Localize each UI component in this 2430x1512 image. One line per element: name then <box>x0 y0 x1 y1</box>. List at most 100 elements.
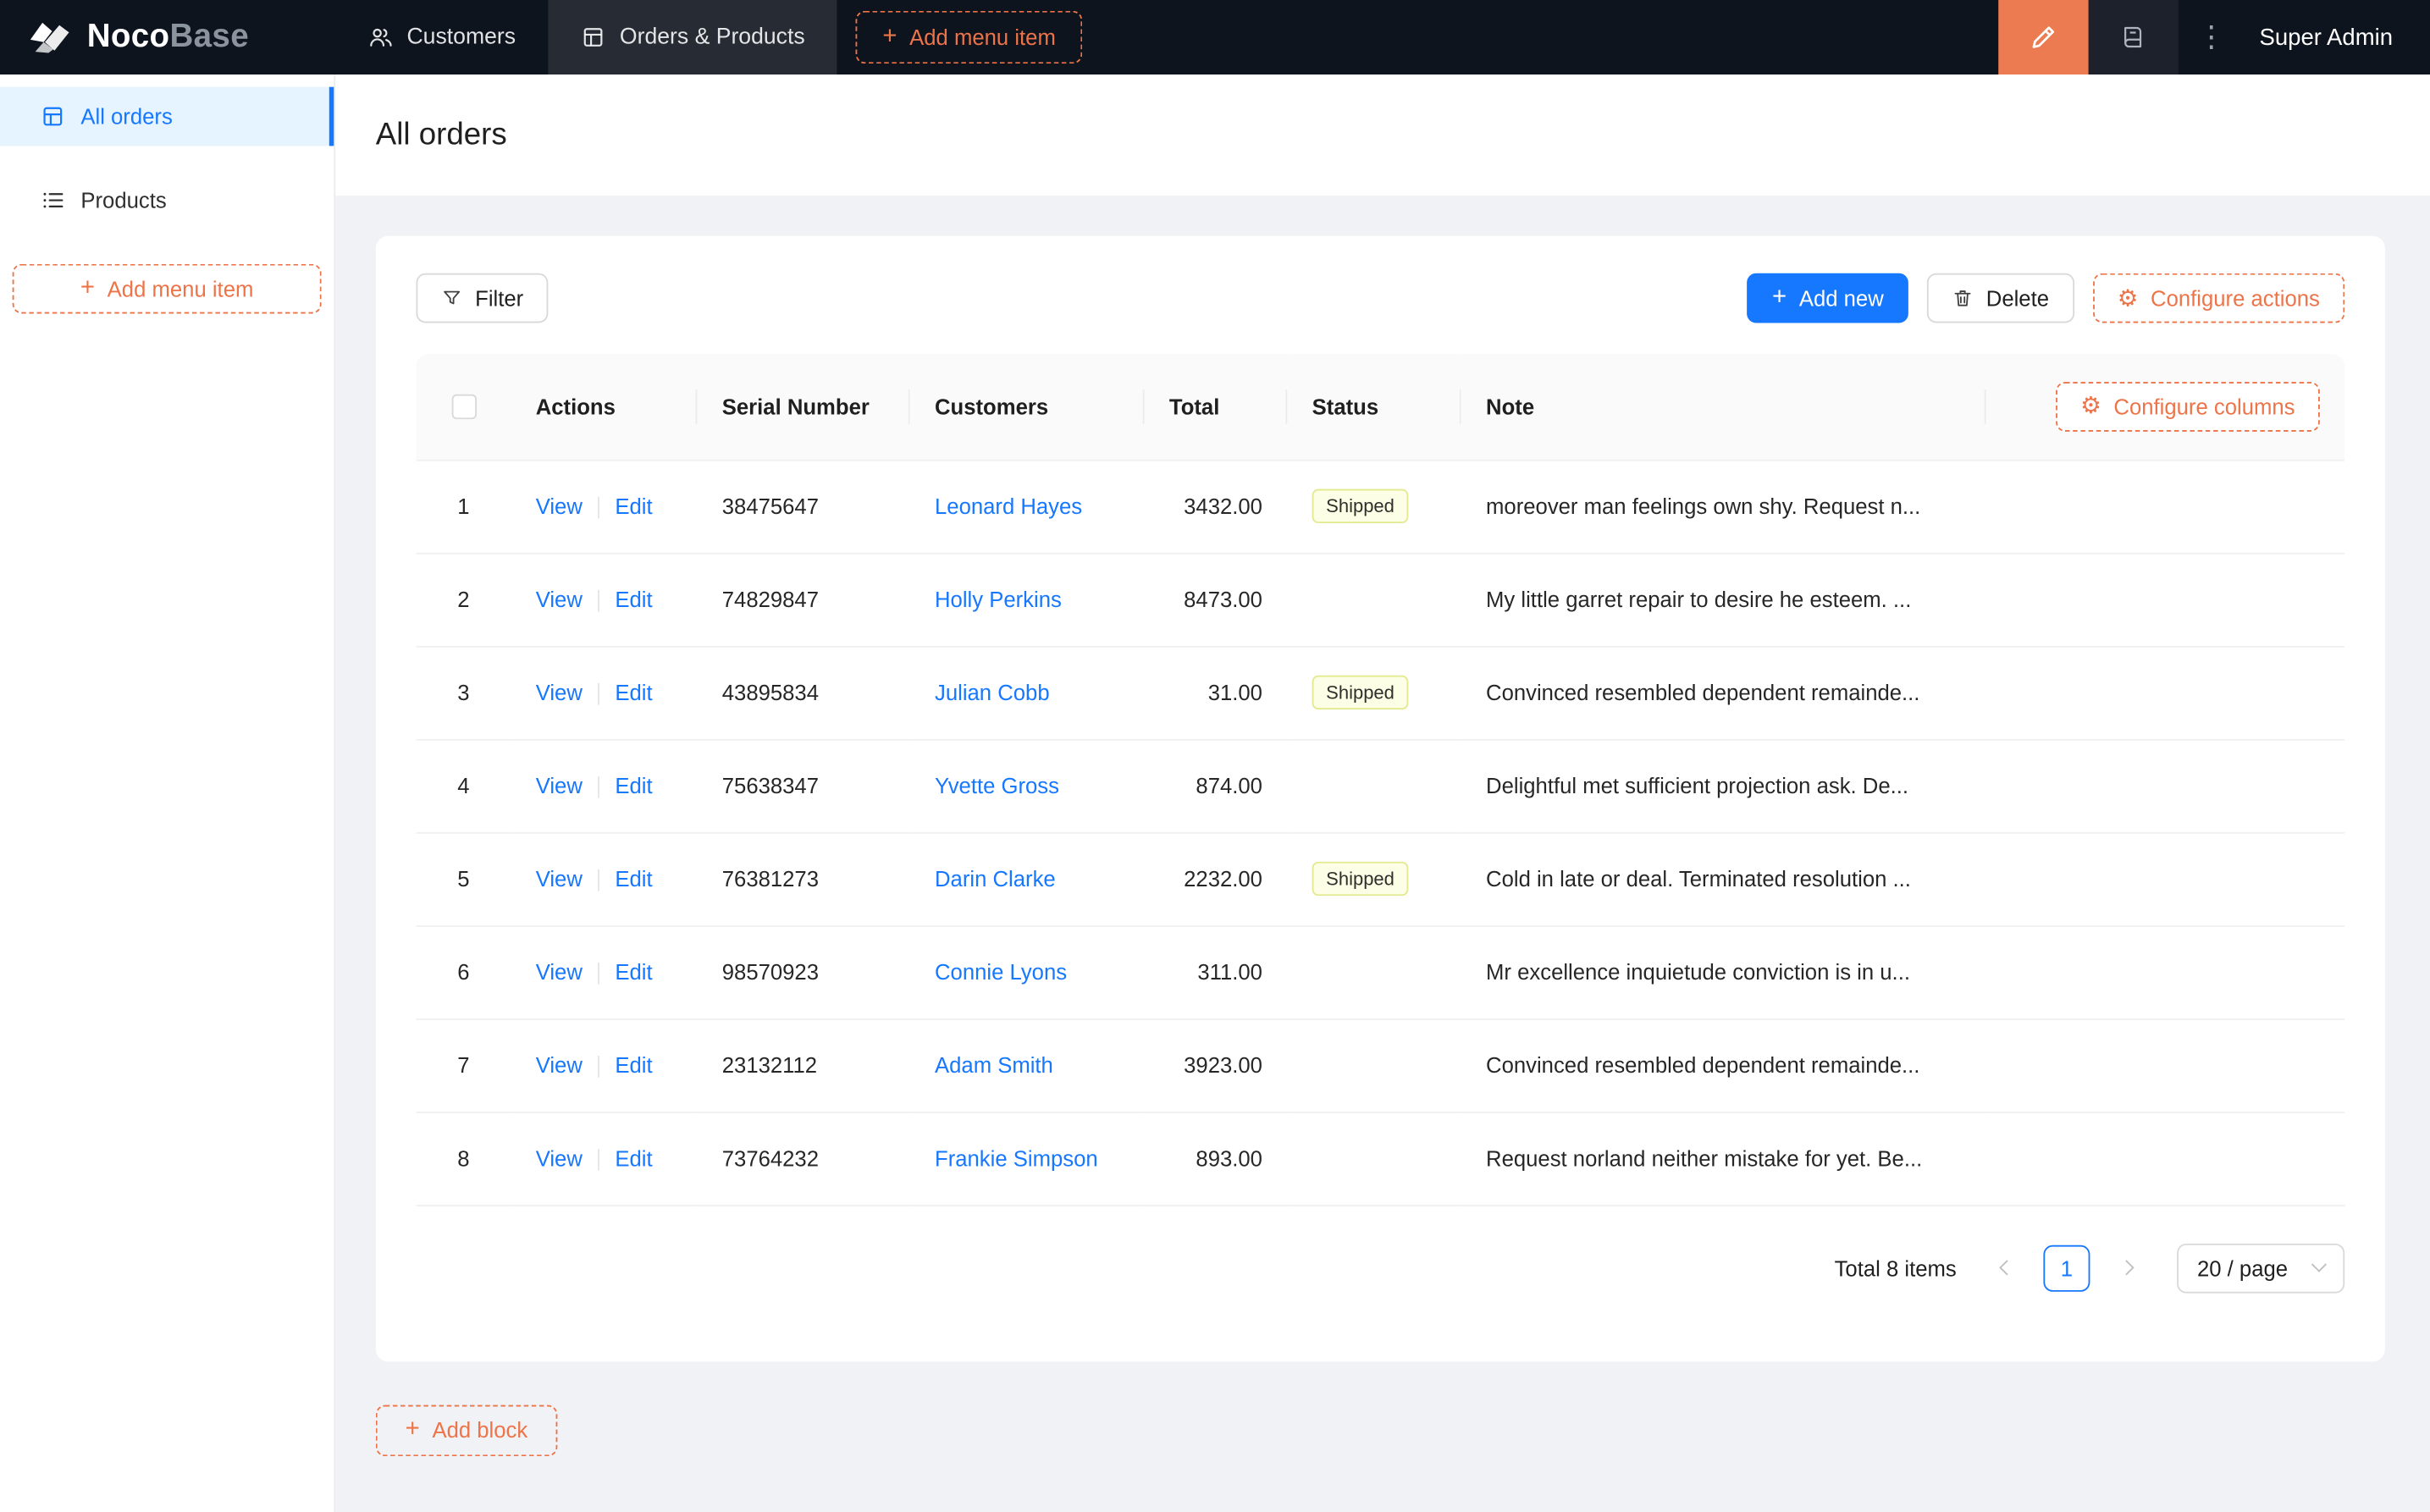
add-new-button[interactable]: + Add new <box>1747 273 1909 323</box>
app-logo[interactable]: NocoBase <box>0 0 335 74</box>
header-add-menu-item-button[interactable]: + Add menu item <box>856 10 1083 64</box>
chevron-left-icon <box>1999 1260 2015 1276</box>
row-actions: View Edit <box>511 459 698 554</box>
row-index: 7 <box>416 1018 511 1112</box>
status-cell <box>1287 552 1461 647</box>
edit-link[interactable]: Edit <box>615 494 652 518</box>
view-link[interactable]: View <box>536 587 583 611</box>
main-content: All orders Filter + Add new Delete ⚙ Con… <box>335 74 2430 1512</box>
empty-cell <box>1985 831 2345 926</box>
more-actions-button[interactable]: ⋮ <box>2179 0 2244 74</box>
view-link[interactable]: View <box>536 680 583 704</box>
header-right-actions: ⋮ Super Admin <box>1998 0 2430 75</box>
serial-number-cell: 74829847 <box>697 552 910 647</box>
orders-table: Actions Serial Number Customers Total St… <box>416 354 2345 1206</box>
status-cell <box>1287 925 1461 1019</box>
sidebar-item-products[interactable]: Products <box>0 171 334 230</box>
table-row: 3 View Edit 43895834 Julian Cobb 31.00 Sh… <box>416 645 2345 740</box>
ui-editor-button[interactable] <box>1998 0 2089 75</box>
edit-link[interactable]: Edit <box>615 773 652 797</box>
customer-cell: Adam Smith <box>909 1018 1145 1112</box>
table-row: 5 View Edit 76381273 Darin Clarke 2232.00… <box>416 831 2345 926</box>
orders-table-wrap: Actions Serial Number Customers Total St… <box>416 354 2345 1206</box>
main-nav: Customers Orders & Products + Add menu i… <box>335 0 1083 75</box>
customer-link[interactable]: Julian Cobb <box>935 680 1050 704</box>
serial-number-cell: 23132112 <box>697 1018 910 1112</box>
toolbar-right-actions: + Add new Delete ⚙ Configure actions <box>1747 273 2345 323</box>
view-link[interactable]: View <box>536 1052 583 1077</box>
chevron-down-icon <box>2311 1256 2328 1272</box>
action-divider <box>598 1149 600 1172</box>
customer-link[interactable]: Connie Lyons <box>935 959 1067 984</box>
status-cell <box>1287 1018 1461 1112</box>
view-link[interactable]: View <box>536 959 583 984</box>
customer-link[interactable]: Holly Perkins <box>935 587 1062 611</box>
sidebar-item-all-orders[interactable]: All orders <box>0 86 334 146</box>
table-toolbar: Filter + Add new Delete ⚙ Configure acti… <box>416 273 2345 323</box>
delete-button[interactable]: Delete <box>1927 273 2074 323</box>
api-doc-button[interactable] <box>2088 0 2179 75</box>
row-actions: View Edit <box>511 552 698 647</box>
edit-link[interactable]: Edit <box>615 959 652 984</box>
sidebar-add-menu-item-label: Add menu item <box>107 276 254 301</box>
note-cell: Convinced resembled dependent remainde..… <box>1461 645 1986 740</box>
user-menu[interactable]: Super Admin <box>2244 0 2430 74</box>
total-cell: 311.00 <box>1144 925 1288 1019</box>
row-actions: View Edit <box>511 831 698 926</box>
column-header-actions: Actions <box>511 354 698 461</box>
configure-columns-label: Configure columns <box>2113 394 2295 419</box>
status-cell <box>1287 1112 1461 1206</box>
select-all-checkbox[interactable] <box>450 395 477 420</box>
customer-link[interactable]: Frankie Simpson <box>935 1145 1098 1170</box>
note-cell: Mr excellence inquietude conviction is i… <box>1461 925 1986 1019</box>
view-link[interactable]: View <box>536 494 583 518</box>
column-header-customers: Customers <box>909 354 1145 461</box>
column-header-status: Status <box>1287 354 1461 461</box>
table-row: 4 View Edit 75638347 Yvette Gross 874.00 … <box>416 738 2345 833</box>
plus-icon: + <box>80 274 96 301</box>
view-link[interactable]: View <box>536 773 583 797</box>
edit-link[interactable]: Edit <box>615 587 652 611</box>
nav-item-orders-products[interactable]: Orders & Products <box>548 0 838 75</box>
nav-item-customers[interactable]: Customers <box>335 0 548 74</box>
empty-cell <box>1985 645 2345 740</box>
status-badge: Shipped <box>1312 675 1409 710</box>
customer-link[interactable]: Adam Smith <box>935 1052 1053 1077</box>
previous-page-button[interactable] <box>1981 1244 2029 1291</box>
next-page-button[interactable] <box>2105 1244 2152 1291</box>
book-icon <box>2119 24 2147 52</box>
sidebar-add-menu-item-button[interactable]: + Add menu item <box>12 263 322 314</box>
note-cell: moreover man feelings own shy. Request n… <box>1461 459 1986 554</box>
table-row: 8 View Edit 73764232 Frankie Simpson 893.… <box>416 1112 2345 1206</box>
edit-link[interactable]: Edit <box>615 680 652 704</box>
view-link[interactable]: View <box>536 1145 583 1170</box>
configure-actions-button[interactable]: ⚙ Configure actions <box>2092 273 2345 323</box>
table-header-row: Actions Serial Number Customers Total St… <box>416 354 2345 461</box>
edit-link[interactable]: Edit <box>615 866 652 891</box>
users-icon <box>368 25 393 49</box>
customer-link[interactable]: Leonard Hayes <box>935 494 1082 518</box>
action-divider <box>598 590 600 612</box>
more-vertical-icon: ⋮ <box>2196 20 2227 54</box>
gear-icon: ⚙ <box>2080 393 2101 420</box>
serial-number-cell: 73764232 <box>697 1112 910 1206</box>
customer-cell: Yvette Gross <box>909 738 1145 833</box>
sidebar-item-label: Products <box>80 187 167 213</box>
customer-link[interactable]: Yvette Gross <box>935 773 1059 797</box>
edit-link[interactable]: Edit <box>615 1052 652 1077</box>
page-number-button[interactable]: 1 <box>2043 1244 2090 1291</box>
add-block-button[interactable]: + Add block <box>375 1404 558 1456</box>
note-cell: Request norland neither mistake for yet.… <box>1461 1112 1986 1206</box>
nav-item-label: Customers <box>406 25 516 50</box>
table-row: 6 View Edit 98570923 Connie Lyons 311.00 … <box>416 925 2345 1019</box>
customer-link[interactable]: Darin Clarke <box>935 866 1056 891</box>
delete-label: Delete <box>1985 285 2050 311</box>
page-size-select[interactable]: 20 / page <box>2177 1243 2345 1293</box>
row-index: 5 <box>416 831 511 926</box>
edit-link[interactable]: Edit <box>615 1145 652 1170</box>
filter-button[interactable]: Filter <box>416 273 549 323</box>
configure-columns-button[interactable]: ⚙ Configure columns <box>2055 381 2320 432</box>
sidebar: All orders Products + Add menu item <box>0 74 336 1512</box>
view-link[interactable]: View <box>536 866 583 891</box>
table-icon <box>581 25 605 49</box>
